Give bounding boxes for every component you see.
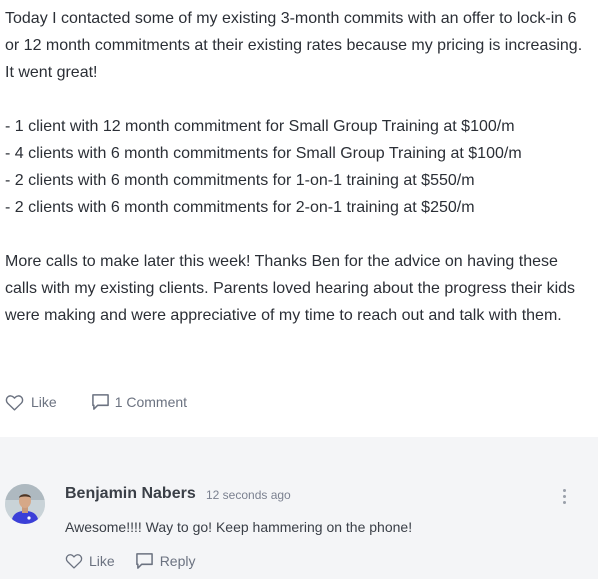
speech-bubble-icon [135, 553, 153, 569]
heart-icon [5, 394, 24, 411]
comment-like-label: Like [89, 553, 115, 569]
list-item: - 2 clients with 6 month commitments for… [5, 199, 475, 216]
post-paragraph-2: More calls to make later this week! Than… [5, 253, 576, 324]
list-item: - 1 client with 12 month commitment for … [5, 118, 515, 135]
vertical-ellipsis-icon [562, 488, 566, 492]
comment-like-button[interactable]: Like [65, 553, 115, 569]
like-button[interactable]: Like [5, 394, 57, 411]
comment-timestamp: 12 seconds ago [206, 488, 291, 502]
reply-label: Reply [159, 553, 196, 569]
list-item: - 4 clients with 6 month commitments for… [5, 145, 522, 162]
more-options-button[interactable] [556, 486, 572, 506]
user-photo [5, 484, 45, 524]
list-item: - 2 clients with 6 month commitments for… [5, 172, 475, 189]
post-paragraph-1: Today I contacted some of my existing 3-… [5, 10, 583, 81]
speech-bubble-icon [91, 394, 109, 410]
like-label: Like [31, 394, 57, 410]
comment-actions: Like Reply [65, 551, 195, 571]
comment-text: Awesome!!!! Way to go! Keep hammering on… [65, 519, 413, 535]
post-list: - 1 client with 12 month commitment for … [0, 113, 588, 221]
reply-button[interactable]: Reply [135, 552, 196, 570]
comments-button[interactable]: 1 Comment [91, 393, 187, 411]
comment-author[interactable]: Benjamin Nabers [65, 485, 196, 503]
heart-icon [65, 554, 83, 569]
avatar[interactable] [5, 484, 45, 524]
comments-count-label: 1 Comment [114, 394, 188, 410]
comments-section: Benjamin Nabers 12 seconds ago Awesome!!… [0, 437, 598, 579]
post-actions: Like 1 Comment [5, 389, 187, 415]
